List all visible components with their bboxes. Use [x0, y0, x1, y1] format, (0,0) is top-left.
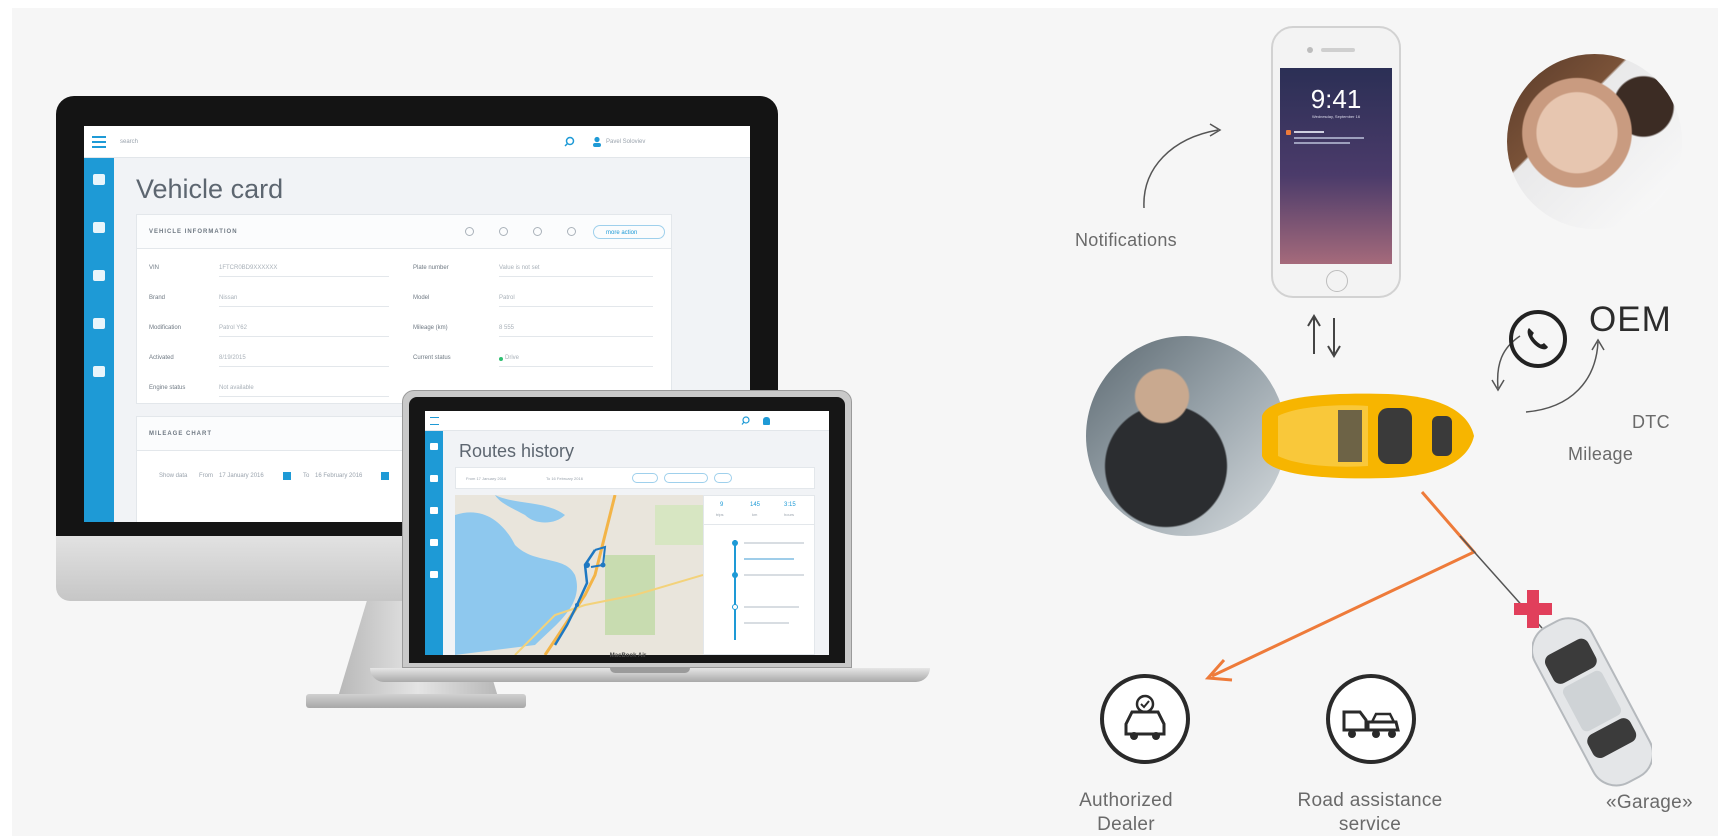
garage-label: «Garage»: [1606, 792, 1693, 813]
marketing-banner: search Pavel Soloviev Vehicle card VEHIC…: [12, 8, 1718, 836]
notification-text: [1294, 137, 1364, 139]
home-button[interactable]: [1326, 270, 1348, 292]
oem-label: OEM: [1589, 300, 1672, 339]
phone-call-icon: [1509, 310, 1567, 368]
dealer-label-2: Dealer: [1071, 814, 1181, 836]
road-label-line1: Road assistance: [1297, 790, 1443, 811]
mileage-label: Mileage: [1568, 444, 1634, 464]
road-label-line2: service: [1338, 814, 1402, 835]
dealer-label-line2: Dealer: [1097, 814, 1155, 835]
road-label-2: service: [1270, 814, 1470, 836]
phone-time: 9:41: [1310, 84, 1362, 114]
notification-text: [1294, 142, 1350, 144]
road-label: Road assistance: [1270, 790, 1470, 812]
camera-dot: [1307, 47, 1313, 53]
dealer-label: Authorized: [1071, 790, 1181, 812]
speaker-grille: [1321, 48, 1355, 52]
notification-item[interactable]: [1286, 128, 1386, 148]
app-icon: [1286, 130, 1291, 135]
smartphone: 9:41 Wednesday, September 16: [1271, 26, 1401, 298]
phone-date: Wednesday, September 16: [1311, 114, 1361, 119]
dtc-label: DTC: [1632, 412, 1670, 432]
notification-title: [1294, 131, 1324, 133]
silver-car-icon: [1532, 617, 1652, 787]
woman-on-phone-photo: [1507, 54, 1682, 229]
authorized-dealer-icon: [1100, 674, 1190, 764]
road-assistance-icon: [1326, 674, 1416, 764]
yellow-car-icon: [1262, 393, 1474, 479]
phone-lock-screen: 9:41 Wednesday, September 16: [1280, 68, 1392, 264]
man-driving-photo: [1086, 336, 1286, 536]
dealer-label-line1: Authorized: [1079, 790, 1173, 811]
notifications-label: Notifications: [1075, 230, 1177, 250]
